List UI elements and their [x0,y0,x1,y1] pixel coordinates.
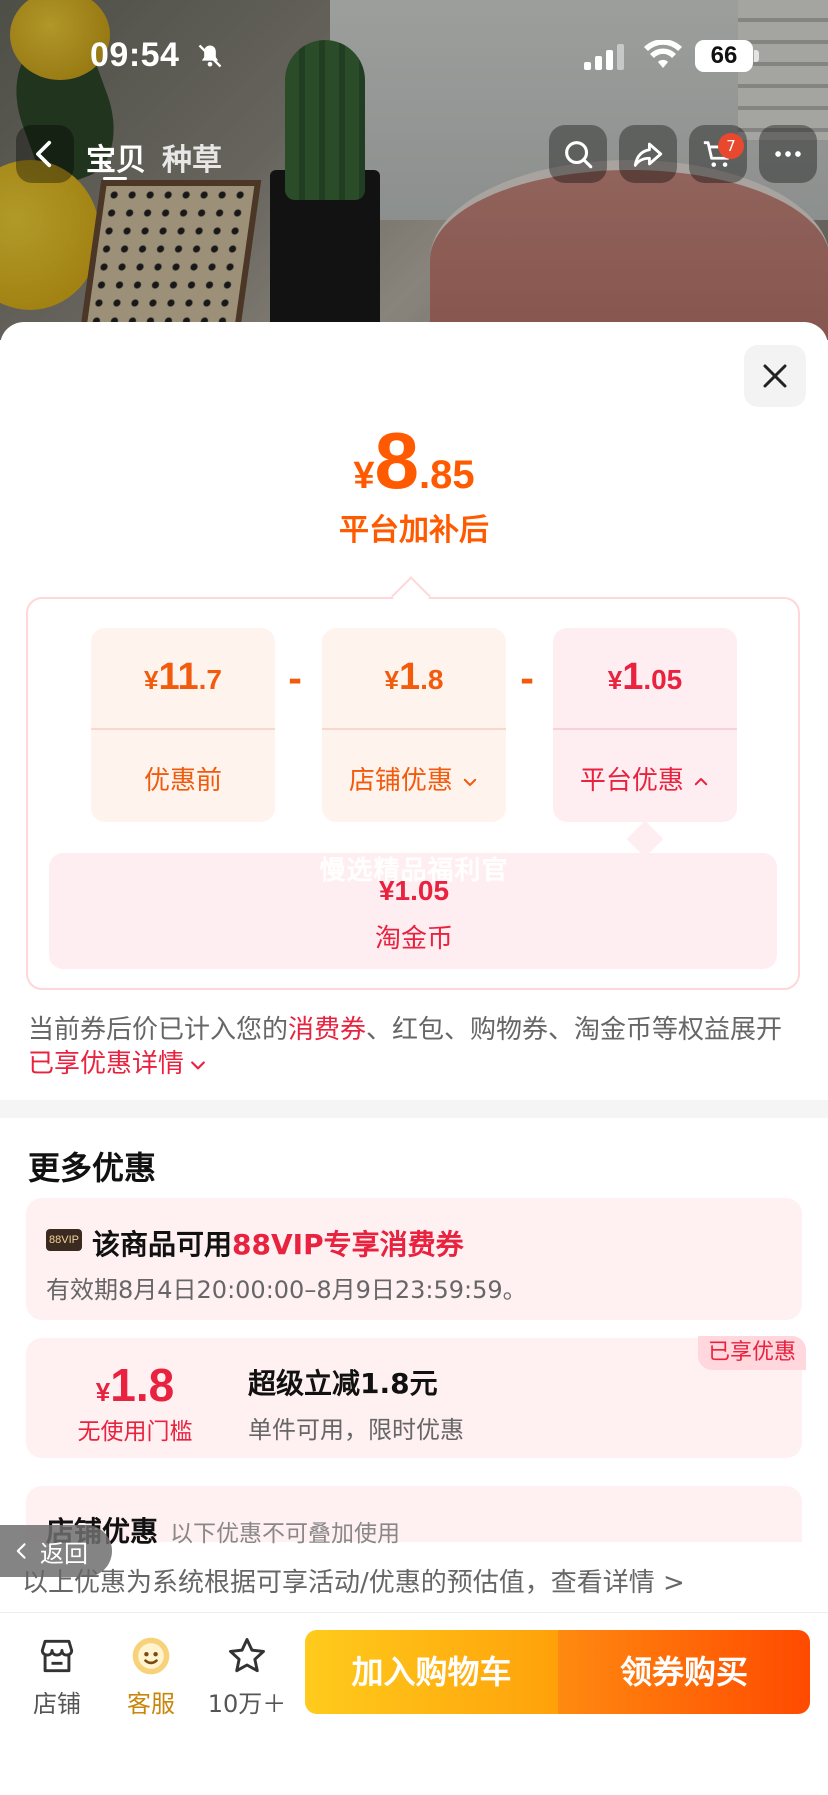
gold-coin-label: 淘金币 [374,924,453,954]
store-button[interactable]: 店铺 [12,1634,102,1719]
platform-discount-card[interactable]: ¥1.05 平台优惠 [553,628,737,822]
vip-coupon-validity: 有效期8月4日20:00:00–8月9日23:59:59。 [46,1276,527,1304]
star-icon [229,1638,265,1673]
card-value: ¥1.05 [607,656,683,698]
search-icon [565,141,593,169]
minus-operator: - [520,660,535,700]
back-button[interactable] [16,125,74,183]
consumer-voucher-link[interactable]: 消费券 [288,1015,366,1045]
coupon-amount: ¥1.8 [95,1359,175,1411]
card-label: 优惠前 [143,766,222,796]
discount-note: 当前券后价已计入您的消费券、红包、购物券、淘金币等权益展开已享优惠详情 [28,1015,783,1079]
minus-operator: - [288,660,303,700]
status-bar: 09:54 66 [0,0,828,110]
price-currency: ¥ [353,455,375,497]
share-button[interactable] [619,125,677,183]
store-label: 店铺 [33,1690,81,1718]
enjoyed-discount-detail-link[interactable]: 已享优惠详情 [28,1049,184,1079]
shop-discount-subtitle: 以下优惠不可叠加使用 [170,1521,400,1547]
chevron-up-icon [694,777,708,785]
signal-icon [584,44,624,70]
more-button[interactable] [759,125,817,183]
bell-muted-icon [198,44,222,68]
final-price: ¥8.85 [0,415,828,507]
store-icon [40,1639,74,1673]
coupon-title: 超级立减1.8元 [248,1367,438,1400]
more-discounts-title: 更多优惠 [28,1149,157,1187]
coupon-subtitle: 单件可用，限时优惠 [248,1416,464,1444]
chevron-down-icon [191,1060,205,1069]
close-icon [763,364,787,388]
battery-level: 66 [695,40,753,72]
estimate-disclaimer-link[interactable]: 以上优惠为系统根据可享活动/优惠的预估值，查看详情 > [22,1562,685,1599]
wifi-icon [644,40,682,68]
card-value: ¥1.8 [384,656,444,698]
tab-recommend[interactable]: 种草 [162,135,222,179]
close-button[interactable] [744,345,806,407]
card-value: ¥11.7 [144,656,222,698]
shop-discount-card[interactable]: ¥1.8 店铺优惠 [322,628,506,822]
cart-count-badge: 7 [718,133,744,159]
vip-coupon-title: 该商品可用88VIP专享消费券 [92,1228,464,1261]
coupon-condition: 无使用门槛 [77,1419,193,1445]
section-divider [0,1100,828,1118]
favorite-count: 10万＋ [207,1690,287,1718]
claim-coupon-buy-button[interactable]: 领券购买 [558,1630,810,1714]
chevron-down-icon [463,778,477,786]
chevron-left-icon [16,1543,26,1559]
status-time: 09:54 [90,36,180,74]
customer-service-label: 客服 [127,1690,175,1718]
original-price-card: ¥11.7 优惠前 [91,628,275,822]
search-button[interactable] [549,125,607,183]
customer-service-button[interactable]: 客服 [106,1634,196,1719]
nav-bar: 宝贝 种草 [0,125,828,189]
price-decimal: .85 [419,453,475,497]
card-label: 店铺优惠 [322,760,506,797]
battery-tip [754,50,759,62]
enjoyed-badge: 已享优惠 [698,1336,807,1370]
vip-badge: 88VIP [46,1229,82,1251]
price-integer: 8 [374,416,420,505]
favorite-button[interactable]: 10万＋ [202,1634,292,1719]
more-dots-icon [775,151,801,157]
gold-coin-value: ¥1.05 [378,875,450,906]
customer-service-icon [132,1637,170,1675]
add-to-cart-button[interactable]: 加入购物车 [305,1630,558,1714]
share-icon [633,142,663,167]
chevron-left-icon [36,140,52,168]
tab-active-indicator [103,177,127,180]
card-label: 平台优惠 [553,760,737,797]
price-label: 平台加补后 [339,513,489,548]
tab-item[interactable]: 宝贝 [86,135,146,179]
